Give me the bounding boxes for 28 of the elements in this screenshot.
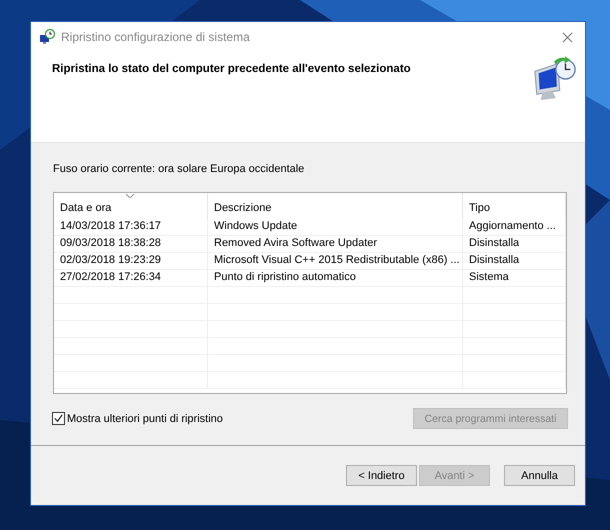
table-cell: Disinstalla (463, 253, 566, 269)
wizard-button[interactable]: < Indietro (346, 465, 417, 486)
table-cell: 09/03/2018 18:38:28 (54, 236, 208, 252)
close-icon[interactable] (562, 32, 573, 42)
table-cell: 14/03/2018 17:36:17 (54, 219, 208, 235)
table-cell: Removed Avira Software Updater (208, 236, 463, 252)
table-cell: Punto di ripristino automatico (208, 270, 463, 286)
page-heading: Ripristina lo stato del computer precedente all'evento selezionato (52, 63, 411, 75)
restore-point-row[interactable]: 27/02/2018 17:26:34 Punto di ripristino automatico Sistema (54, 270, 566, 287)
column-header[interactable]: Data e ora (54, 193, 208, 219)
restore-point-row[interactable]: 02/03/2018 19:23:29 Microsoft Visual C++ 2015 Redistributable (x86) ... Disinstalla (54, 253, 566, 270)
column-header[interactable]: Descrizione (208, 193, 463, 219)
restore-point-row[interactable]: 14/03/2018 17:36:17 Windows Update Aggiornamento ... (54, 219, 566, 236)
table-cell: Windows Update (208, 219, 463, 235)
table-cell: 02/03/2018 19:23:29 (54, 253, 208, 269)
table-cell: Microsoft Visual C++ 2015 Redistributable (x86) ... (208, 253, 463, 269)
table-cell: 27/02/2018 17:26:34 (54, 270, 208, 286)
show-more-checkbox[interactable]: Mostra ulteriori punti di ripristino (52, 412, 223, 425)
wizard-button[interactable]: Annulla (504, 465, 575, 486)
timezone-label: Fuso orario corrente: ora solare Europa occidentale (53, 163, 306, 175)
table-cell: Aggiornamento ... (463, 219, 566, 235)
window-title: Ripristino configurazione di sistema (61, 30, 251, 44)
monitor-clock-icon (39, 29, 55, 45)
checkbox[interactable] (52, 412, 65, 425)
table-cell: Sistema (463, 270, 566, 286)
restore-point-row[interactable]: 09/03/2018 18:38:28 Removed Avira Software Updater Disinstalla (54, 236, 566, 253)
column-header[interactable]: Tipo (463, 193, 566, 219)
table-cell: Disinstalla (463, 236, 566, 252)
